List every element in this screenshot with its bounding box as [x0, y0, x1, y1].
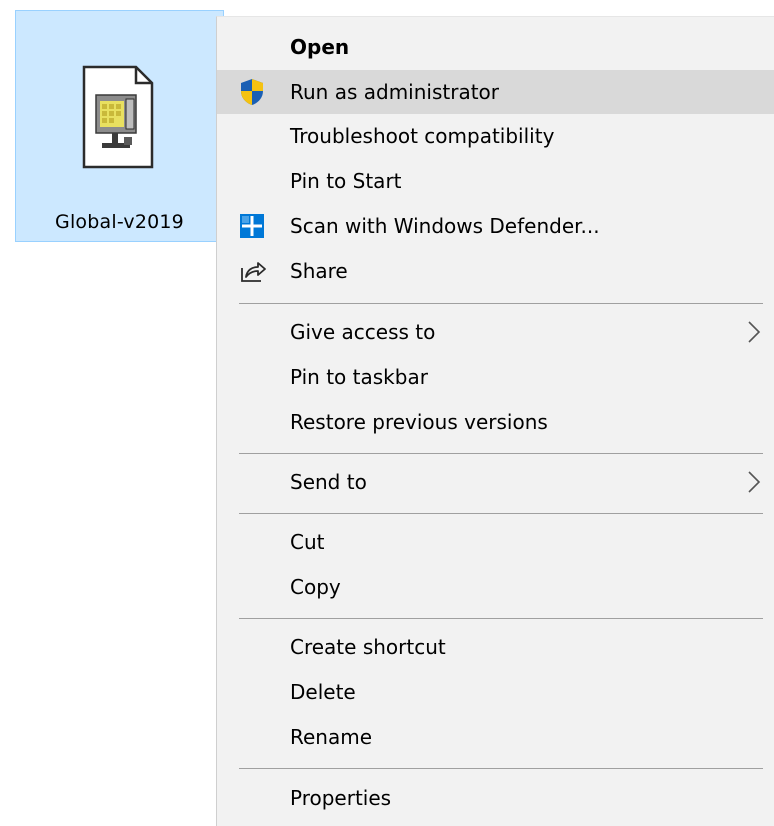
application-file-icon: [82, 65, 154, 169]
menu-label: Give access to: [290, 320, 436, 344]
desktop-file-item[interactable]: Global-v2019: [15, 10, 224, 242]
uac-shield-icon: [241, 79, 263, 105]
menu-label: Properties: [290, 786, 392, 810]
chevron-right-icon: [748, 321, 761, 343]
menu-item-cut[interactable]: Cut: [217, 520, 774, 564]
menu-label: Delete: [290, 680, 356, 704]
menu-separator: [239, 513, 763, 514]
menu-label: Send to: [290, 470, 367, 494]
menu-item-delete[interactable]: Delete: [217, 670, 774, 714]
menu-separator: [239, 453, 763, 454]
menu-item-pin-to-start[interactable]: Pin to Start: [217, 159, 774, 203]
chevron-right-icon: [748, 471, 761, 493]
windows-defender-icon: [240, 214, 264, 238]
menu-item-open[interactable]: Open: [217, 25, 774, 69]
menu-item-rename[interactable]: Rename: [217, 715, 774, 759]
menu-item-give-access-to[interactable]: Give access to: [217, 310, 774, 354]
menu-label: Copy: [290, 575, 341, 599]
menu-label: Run as administrator: [290, 80, 500, 104]
menu-label: Open: [290, 35, 350, 59]
menu-separator: [239, 618, 763, 619]
menu-item-create-shortcut[interactable]: Create shortcut: [217, 625, 774, 669]
menu-label: Pin to taskbar: [290, 365, 428, 389]
menu-item-pin-to-taskbar[interactable]: Pin to taskbar: [217, 355, 774, 399]
menu-item-troubleshoot-compatibility[interactable]: Troubleshoot compatibility: [217, 114, 774, 158]
menu-item-share[interactable]: Share: [217, 249, 774, 293]
file-name-label: Global-v2019: [55, 211, 184, 233]
menu-label: Troubleshoot compatibility: [290, 124, 555, 148]
menu-item-copy[interactable]: Copy: [217, 565, 774, 609]
menu-item-restore-previous-versions[interactable]: Restore previous versions: [217, 400, 774, 444]
menu-label: Cut: [290, 530, 325, 554]
menu-item-run-as-administrator[interactable]: Run as administrator: [217, 70, 774, 114]
context-menu: Open Run as administrator Troubleshoot c…: [216, 16, 774, 826]
menu-separator: [239, 768, 763, 769]
menu-label: Rename: [290, 725, 373, 749]
menu-item-send-to[interactable]: Send to: [217, 460, 774, 504]
menu-label: Create shortcut: [290, 635, 446, 659]
menu-separator: [239, 303, 763, 304]
menu-label: Scan with Windows Defender...: [290, 214, 600, 238]
menu-label: Restore previous versions: [290, 410, 548, 434]
menu-item-scan-with-windows-defender[interactable]: Scan with Windows Defender...: [217, 204, 774, 248]
menu-label: Share: [290, 259, 348, 283]
desktop: Global-v2019 Open Run as administrator T…: [0, 0, 774, 826]
menu-label: Pin to Start: [290, 169, 402, 193]
share-icon: [241, 262, 266, 282]
menu-item-properties[interactable]: Properties: [217, 776, 774, 820]
